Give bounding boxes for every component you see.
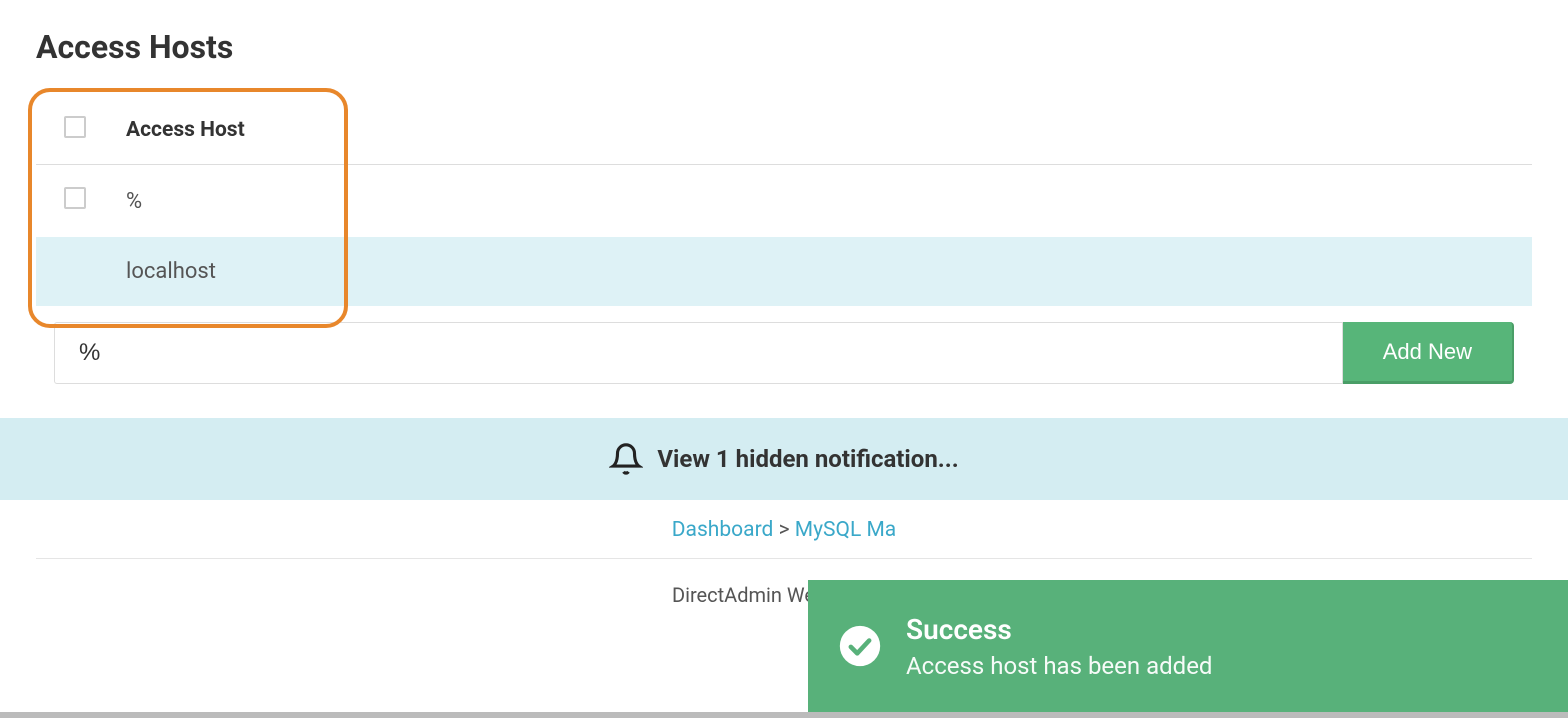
notification-text: View 1 hidden notification... bbox=[657, 445, 958, 473]
hosts-table: Access Host % localhost bbox=[36, 96, 1532, 306]
toast-message: Access host has been added bbox=[906, 652, 1212, 680]
host-value: localhost bbox=[126, 237, 1532, 306]
column-header-access-host[interactable]: Access Host bbox=[126, 96, 1532, 165]
select-all-checkbox[interactable] bbox=[64, 116, 86, 138]
hosts-table-wrapper: Access Host % localhost bbox=[36, 96, 1532, 306]
breadcrumb-mysql[interactable]: MySQL Ma bbox=[795, 518, 896, 542]
host-value: % bbox=[126, 165, 1532, 238]
table-row[interactable]: % bbox=[36, 165, 1532, 238]
breadcrumb: Dashboard > MySQL Ma bbox=[0, 500, 1568, 550]
success-toast[interactable]: Success Access host has been added bbox=[808, 580, 1568, 712]
page-title: Access Hosts bbox=[0, 0, 1568, 76]
toast-title: Success bbox=[906, 613, 1212, 646]
row-checkbox[interactable] bbox=[64, 187, 86, 209]
breadcrumb-dashboard[interactable]: Dashboard bbox=[672, 518, 774, 542]
bottom-strip bbox=[0, 712, 1568, 718]
check-circle-icon bbox=[838, 624, 882, 668]
toast-content: Success Access host has been added bbox=[906, 613, 1212, 680]
add-host-input[interactable] bbox=[54, 322, 1343, 384]
breadcrumb-separator: > bbox=[779, 518, 790, 542]
select-all-cell bbox=[36, 96, 126, 165]
table-row[interactable]: localhost bbox=[36, 237, 1532, 306]
notification-bar[interactable]: View 1 hidden notification... bbox=[0, 418, 1568, 500]
bell-icon bbox=[609, 442, 643, 476]
add-new-button[interactable]: Add New bbox=[1343, 322, 1514, 384]
add-host-form: Add New bbox=[54, 322, 1514, 384]
